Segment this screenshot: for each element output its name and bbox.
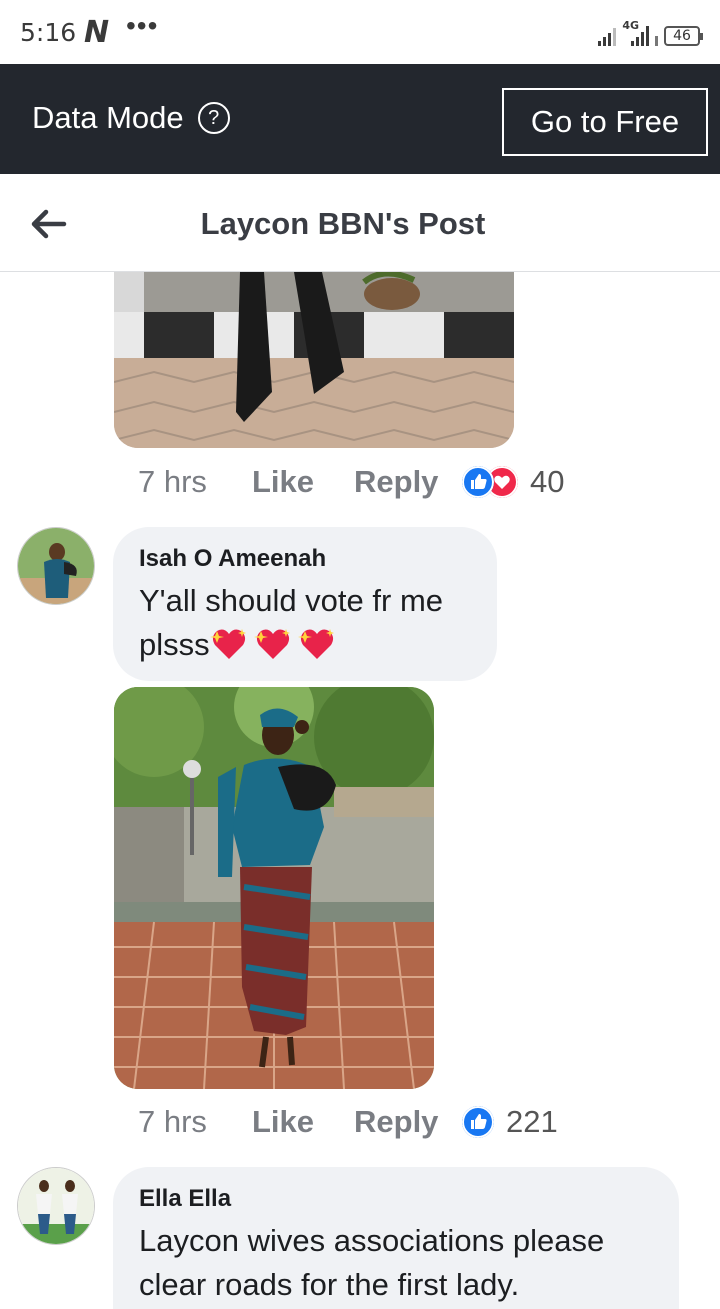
page-title: Laycon BBN's Post (200, 206, 486, 241)
data-mode-bar: Data Mode ? Go to Free (0, 64, 720, 174)
photo-illustration (114, 272, 514, 448)
like-icon (462, 466, 494, 498)
data-mode-label: Data Mode (32, 100, 184, 135)
comment-time: 7 hrs (138, 464, 207, 499)
avatar[interactable] (17, 527, 95, 605)
status-indicators: 4G 46 (598, 16, 703, 46)
battery-icon: 46 (664, 26, 703, 46)
reaction-summary[interactable]: 221 (462, 1104, 558, 1140)
comment-actions: 7 hrs Like Reply 40 (138, 462, 564, 502)
sparkling-heart-icon (297, 629, 334, 659)
comment-text-line1: Y'all should vote fr me (139, 583, 444, 618)
status-time: 5:16 (20, 18, 77, 47)
help-icon[interactable]: ? (197, 102, 230, 134)
comment-photo[interactable] (114, 272, 514, 448)
comment-time: 7 hrs (138, 1104, 207, 1139)
comment-text-line1: Laycon wives associations please (139, 1223, 605, 1258)
comment-bubble[interactable]: Ella Ella Laycon wives associations plea… (113, 1167, 679, 1309)
reply-button[interactable]: Reply (354, 464, 462, 500)
comment-text: Laycon wives associations please clear r… (139, 1219, 653, 1307)
go-to-free-button[interactable]: Go to Free (502, 88, 708, 156)
comment-text: Y'all should vote fr me plsss (139, 579, 471, 667)
reaction-count: 221 (506, 1104, 558, 1139)
avatar-image (18, 528, 94, 604)
network-type: 4G (622, 19, 639, 32)
comment-author[interactable]: Isah O Ameenah (139, 545, 471, 573)
reaction-summary[interactable]: 40 (462, 464, 564, 500)
comment-actions: 7 hrs Like Reply 221 (138, 1102, 558, 1142)
post-header: Laycon BBN's Post (0, 174, 720, 272)
status-bar: 5:16 N ••• 4G 46 (0, 0, 720, 64)
photo-illustration (114, 687, 434, 1089)
signal-icon-1 (598, 24, 617, 46)
comment-photo[interactable] (114, 687, 434, 1089)
like-button[interactable]: Like (252, 464, 354, 500)
sparkling-heart-icon (209, 629, 246, 659)
signal-icon-3 (655, 24, 658, 46)
data-mode-indicator[interactable]: Data Mode ? (32, 100, 230, 136)
comment-bubble[interactable]: Isah O Ameenah Y'all should vote fr me p… (113, 527, 497, 681)
avatar[interactable] (17, 1167, 95, 1245)
comment-author[interactable]: Ella Ella (139, 1185, 653, 1213)
reply-button[interactable]: Reply (354, 1104, 462, 1140)
comment-text-line2-text: plsss (139, 627, 210, 662)
comment-text-line2: plsss (139, 623, 471, 667)
like-button[interactable]: Like (252, 1104, 354, 1140)
avatar-image (18, 1168, 94, 1244)
sparkling-heart-icon (253, 629, 290, 659)
reaction-count: 40 (530, 464, 565, 499)
more-notifications-icon: ••• (126, 10, 159, 41)
carrier-icon: N (84, 15, 110, 50)
like-icon (462, 1106, 494, 1138)
comment-text-line2: clear roads for the first lady. (139, 1267, 520, 1302)
